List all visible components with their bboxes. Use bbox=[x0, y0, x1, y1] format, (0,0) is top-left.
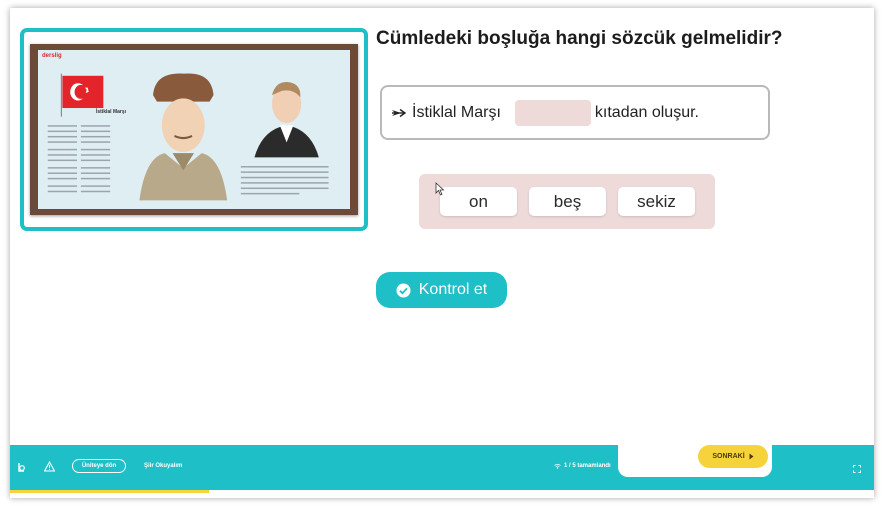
wifi-icon bbox=[554, 463, 561, 469]
check-button[interactable]: Kontrol et bbox=[376, 272, 507, 308]
poster-frame: derslig İstiklal Marşı bbox=[30, 44, 358, 215]
option-on[interactable]: on bbox=[440, 187, 517, 216]
logo-icon[interactable] bbox=[16, 461, 28, 473]
poster-brand: derslig bbox=[42, 53, 62, 59]
option-sekiz[interactable]: sekiz bbox=[618, 187, 695, 216]
poster-image: derslig İstiklal Marşı bbox=[38, 50, 350, 209]
lesson-progress-track bbox=[10, 490, 874, 498]
lesson-progress-fill bbox=[10, 490, 209, 493]
mouse-cursor-icon bbox=[435, 182, 445, 196]
poster-heading: İstiklal Marşı bbox=[96, 109, 127, 115]
app-frame: derslig İstiklal Marşı Cümledeki boşluğa… bbox=[10, 8, 874, 498]
warning-icon[interactable] bbox=[44, 461, 55, 472]
next-button-label: SONRAKİ bbox=[712, 453, 745, 460]
progress-text: 1 / 5 tamamlandı bbox=[564, 463, 611, 469]
play-arrow-icon bbox=[749, 453, 754, 460]
option-bes[interactable]: beş bbox=[529, 187, 606, 216]
lesson-title: Şiir Okuyalım bbox=[144, 463, 183, 469]
next-button[interactable]: SONRAKİ bbox=[698, 445, 768, 468]
back-to-unit-button[interactable]: Üniteye dön bbox=[72, 459, 126, 473]
sentence-start: İstiklal Marşı bbox=[412, 103, 501, 121]
poster-illustration bbox=[47, 73, 329, 201]
answer-drop-slot[interactable] bbox=[514, 99, 591, 126]
arrow-right-icon bbox=[392, 108, 407, 117]
check-button-label: Kontrol et bbox=[418, 281, 488, 298]
picture-card: derslig İstiklal Marşı bbox=[20, 28, 368, 231]
check-circle-icon bbox=[396, 283, 411, 297]
options-tray: on beş sekiz bbox=[419, 174, 715, 229]
question-title: Cümledeki boşluğa hangi sözcük gelmelidi… bbox=[376, 28, 783, 49]
progress-status: 1 / 5 tamamlandı bbox=[554, 463, 611, 469]
sentence-box: İstiklal Marşı kıtadan oluşur. bbox=[380, 85, 770, 140]
fullscreen-icon[interactable] bbox=[853, 465, 861, 473]
sentence-end: kıtadan oluşur. bbox=[594, 103, 699, 121]
